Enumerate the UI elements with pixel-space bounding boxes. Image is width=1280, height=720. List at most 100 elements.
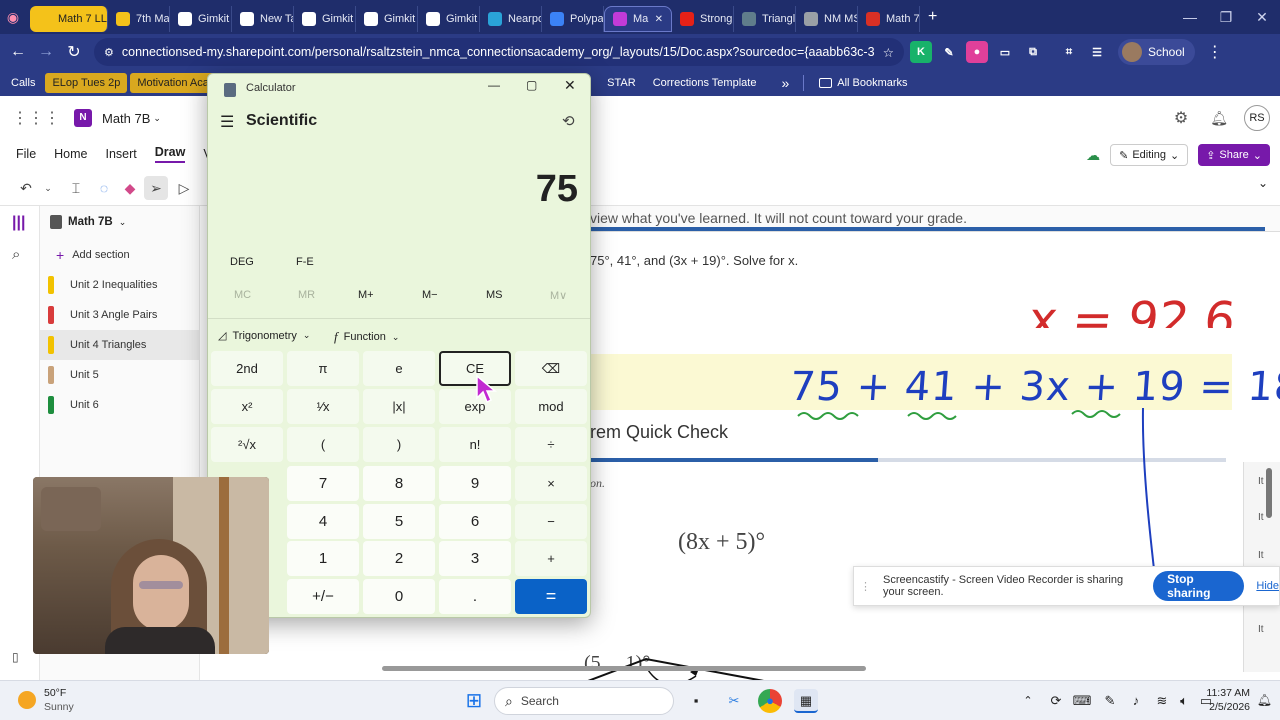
- browser-tab[interactable]: Gimkit: [294, 6, 356, 32]
- calc-key[interactable]: (: [287, 427, 359, 462]
- chrome-icon[interactable]: ●: [758, 689, 782, 713]
- section-item[interactable]: Unit 4 Triangles: [40, 330, 199, 360]
- calc-key[interactable]: 2nd: [211, 351, 283, 386]
- function-dropdown[interactable]: f Function ⌄: [334, 329, 399, 345]
- notebook-title[interactable]: Math 7B: [102, 111, 150, 126]
- calc-key[interactable]: mod: [515, 389, 587, 424]
- drag-handle-icon[interactable]: ⋮: [860, 580, 871, 593]
- calc-key[interactable]: −: [515, 504, 587, 539]
- more-bookmarks-button[interactable]: »: [781, 75, 789, 91]
- microphone-tray-icon[interactable]: ♪: [1124, 689, 1148, 713]
- wifi-icon[interactable]: ≋: [1150, 689, 1174, 713]
- bookmark-item[interactable]: Corrections Template: [646, 73, 764, 93]
- new-tab-button[interactable]: +: [928, 8, 937, 26]
- history-icon[interactable]: ⟲: [562, 112, 575, 130]
- side-tab-label[interactable]: It: [1258, 624, 1264, 635]
- memory-button[interactable]: MS: [486, 289, 503, 301]
- hide-link[interactable]: Hide: [1256, 580, 1279, 592]
- clock-time[interactable]: 11:37 AM: [1206, 687, 1250, 699]
- calc-key[interactable]: π: [287, 351, 359, 386]
- extension-pen-icon[interactable]: ✎: [938, 41, 960, 63]
- calculator-taskbar-icon[interactable]: ▦: [794, 689, 818, 713]
- extension-screencastify-icon[interactable]: ●: [966, 41, 988, 63]
- lasso-select-icon[interactable]: ◌: [92, 176, 116, 200]
- cast-icon[interactable]: ⌗: [1058, 41, 1080, 63]
- browser-tab[interactable]: NM MS: [796, 6, 858, 32]
- calc-key[interactable]: ×: [515, 466, 587, 501]
- undo-dropdown-chevron-icon[interactable]: ⌄: [36, 176, 60, 200]
- side-tab-label[interactable]: It: [1258, 550, 1264, 561]
- nav-notebook-header[interactable]: Math 7B ⌄: [40, 209, 199, 235]
- browser-tab[interactable]: New Tal: [232, 6, 294, 32]
- pen-tool-icon[interactable]: ➢: [144, 176, 168, 200]
- bookmark-star-icon[interactable]: ☆: [883, 45, 894, 60]
- sync-tray-icon[interactable]: ⟳: [1044, 689, 1068, 713]
- close-icon[interactable]: ✕: [564, 77, 576, 94]
- section-item[interactable]: Unit 5: [40, 360, 199, 390]
- section-item[interactable]: Unit 3 Angle Pairs: [40, 300, 199, 330]
- browser-tab[interactable]: Math 7: [858, 6, 920, 32]
- side-tab-label[interactable]: It: [1258, 512, 1264, 523]
- calc-key[interactable]: 8: [363, 466, 435, 501]
- calc-key[interactable]: ): [363, 427, 435, 462]
- weather-temp[interactable]: 50°F: [44, 687, 66, 699]
- browser-menu-kebab-icon[interactable]: ⋮: [1201, 42, 1229, 62]
- reading-list-icon[interactable]: ☰: [1086, 41, 1108, 63]
- calc-key[interactable]: 9: [439, 466, 511, 501]
- eraser-icon[interactable]: ◆: [118, 176, 142, 200]
- calc-key[interactable]: ²√x: [211, 427, 283, 462]
- settings-gear-icon[interactable]: ⚙: [1174, 108, 1188, 128]
- calc-key[interactable]: 0: [363, 579, 435, 614]
- profile-button[interactable]: School: [1118, 39, 1195, 65]
- task-view-icon[interactable]: ▪: [684, 689, 708, 713]
- maximize-window-icon[interactable]: ❐: [1208, 9, 1244, 26]
- notebooks-library-icon[interactable]: |||: [12, 214, 25, 232]
- snipping-tool-icon[interactable]: ✂: [722, 689, 746, 713]
- calc-key[interactable]: .: [439, 579, 511, 614]
- browser-tab[interactable]: Gimkit: [170, 6, 232, 32]
- memory-button[interactable]: MC: [234, 289, 251, 301]
- horizontal-scrollbar-thumb[interactable]: [382, 666, 866, 671]
- bookmark-item[interactable]: Calls: [4, 73, 42, 93]
- calc-key[interactable]: 3: [439, 541, 511, 576]
- stop-sharing-button[interactable]: Stop sharing: [1153, 571, 1245, 601]
- browser-tab[interactable]: Nearpo: [480, 6, 542, 32]
- ribbon-tab-home[interactable]: Home: [54, 147, 87, 161]
- minimize-icon[interactable]: —: [488, 78, 500, 92]
- browser-tab[interactable]: Strong: [672, 6, 734, 32]
- calc-key[interactable]: +/−: [287, 579, 359, 614]
- bookmark-item[interactable]: ELop Tues 2p: [45, 73, 128, 93]
- vertical-scrollbar-thumb[interactable]: [1266, 468, 1272, 518]
- user-avatar[interactable]: RS: [1244, 105, 1270, 131]
- highlighter-icon[interactable]: ▷: [172, 176, 196, 200]
- pen-tray-icon[interactable]: ✎: [1098, 689, 1122, 713]
- address-bar[interactable]: ⚙ connectionsed-my.sharepoint.com/person…: [94, 38, 904, 66]
- ribbon-tab-file[interactable]: File: [16, 147, 36, 161]
- notifications-bell-icon[interactable]: 🔔︎: [1210, 110, 1228, 127]
- browser-tab[interactable]: Triangle: [734, 6, 796, 32]
- calc-key[interactable]: 1: [287, 541, 359, 576]
- toolbar-collapse-chevron-icon[interactable]: ⌄: [1258, 176, 1268, 190]
- notifications-icon[interactable]: 🔔︎: [1257, 693, 1272, 707]
- app-launcher-icon[interactable]: ⋮⋮⋮: [12, 108, 60, 128]
- reload-icon[interactable]: ↻: [60, 42, 88, 62]
- editing-mode-button[interactable]: ✎ Editing ⌄: [1110, 144, 1189, 166]
- calc-key[interactable]: x²: [211, 389, 283, 424]
- calc-key[interactable]: ÷: [515, 427, 587, 462]
- browser-tab[interactable]: Math 7 LL/Prep: [30, 6, 108, 32]
- calc-key[interactable]: e: [363, 351, 435, 386]
- close-tab-icon[interactable]: ✕: [655, 14, 663, 25]
- forward-icon[interactable]: →: [32, 43, 60, 61]
- calc-key[interactable]: +: [515, 541, 587, 576]
- calc-key[interactable]: =: [515, 579, 587, 614]
- meet-tray-icon[interactable]: ⌨: [1070, 689, 1094, 713]
- close-window-icon[interactable]: ✕: [1244, 9, 1280, 26]
- browser-menu-icon[interactable]: ◉: [0, 9, 26, 26]
- browser-tab[interactable]: Gimkit: [418, 6, 480, 32]
- ribbon-tab-draw[interactable]: Draw: [154, 145, 186, 163]
- browser-tab[interactable]: Gimkit: [356, 6, 418, 32]
- back-icon[interactable]: ←: [4, 43, 32, 61]
- calc-key[interactable]: ¹⁄x: [287, 389, 359, 424]
- extension-k-icon[interactable]: K: [910, 41, 932, 63]
- start-windows-icon[interactable]: ⊞: [462, 689, 486, 713]
